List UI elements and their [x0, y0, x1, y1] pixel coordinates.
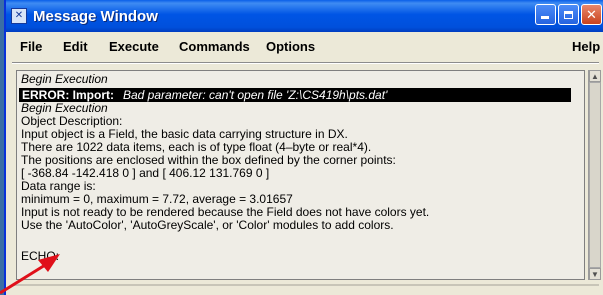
echo-line: ECHO: [21, 249, 60, 263]
maximize-button[interactable] [558, 4, 579, 25]
close-icon: ✕ [586, 6, 597, 22]
menu-execute-label: Execute [109, 39, 159, 54]
log-line: Begin Execution [21, 72, 108, 86]
menu-options-label: Options [266, 39, 316, 54]
menu-commands-label: Commands [179, 39, 250, 54]
log-line: Use the 'AutoColor', 'AutoGreyScale', or… [21, 218, 394, 232]
close-button[interactable]: ✕ [581, 4, 602, 25]
menu-file[interactable]: File [20, 39, 42, 54]
scroll-down-icon[interactable]: ▼ [589, 268, 601, 280]
menu-edit-label: Edit [63, 39, 88, 54]
menu-separator [12, 62, 599, 64]
menu-edit[interactable]: Edit [63, 39, 88, 54]
dx-window-icon[interactable]: ✕ [11, 8, 27, 24]
vertical-scrollbar[interactable]: ▲ ▼ [588, 70, 601, 280]
menu-commands[interactable]: Commands [179, 39, 250, 54]
error-label: ERROR: Import: [22, 88, 114, 102]
message-window: ✕ Message Window ✕ File Edit Execute Com… [4, 0, 603, 295]
menu-file-label: File [20, 39, 43, 54]
scroll-thumb[interactable] [589, 82, 601, 268]
error-line[interactable]: ERROR: Import: Bad parameter: can't open… [19, 88, 571, 102]
maximize-icon [564, 10, 573, 19]
menu-options[interactable]: Options [266, 39, 315, 54]
menu-bar: File Edit Execute Commands Options Help [12, 36, 600, 58]
scroll-up-icon[interactable]: ▲ [589, 70, 601, 82]
error-message: Bad parameter: can't open file 'Z:\CS419… [123, 88, 388, 102]
title-bar[interactable]: ✕ Message Window ✕ [6, 0, 603, 32]
minimize-button[interactable] [535, 4, 556, 25]
window-title: Message Window [33, 7, 158, 25]
status-separator [12, 284, 599, 286]
menu-help[interactable]: Help [572, 39, 600, 54]
menu-help-label: Help [572, 39, 601, 54]
menu-execute[interactable]: Execute [109, 39, 159, 54]
message-log[interactable]: Begin Execution ERROR: Import: Bad param… [16, 70, 585, 280]
minimize-icon [541, 16, 549, 19]
